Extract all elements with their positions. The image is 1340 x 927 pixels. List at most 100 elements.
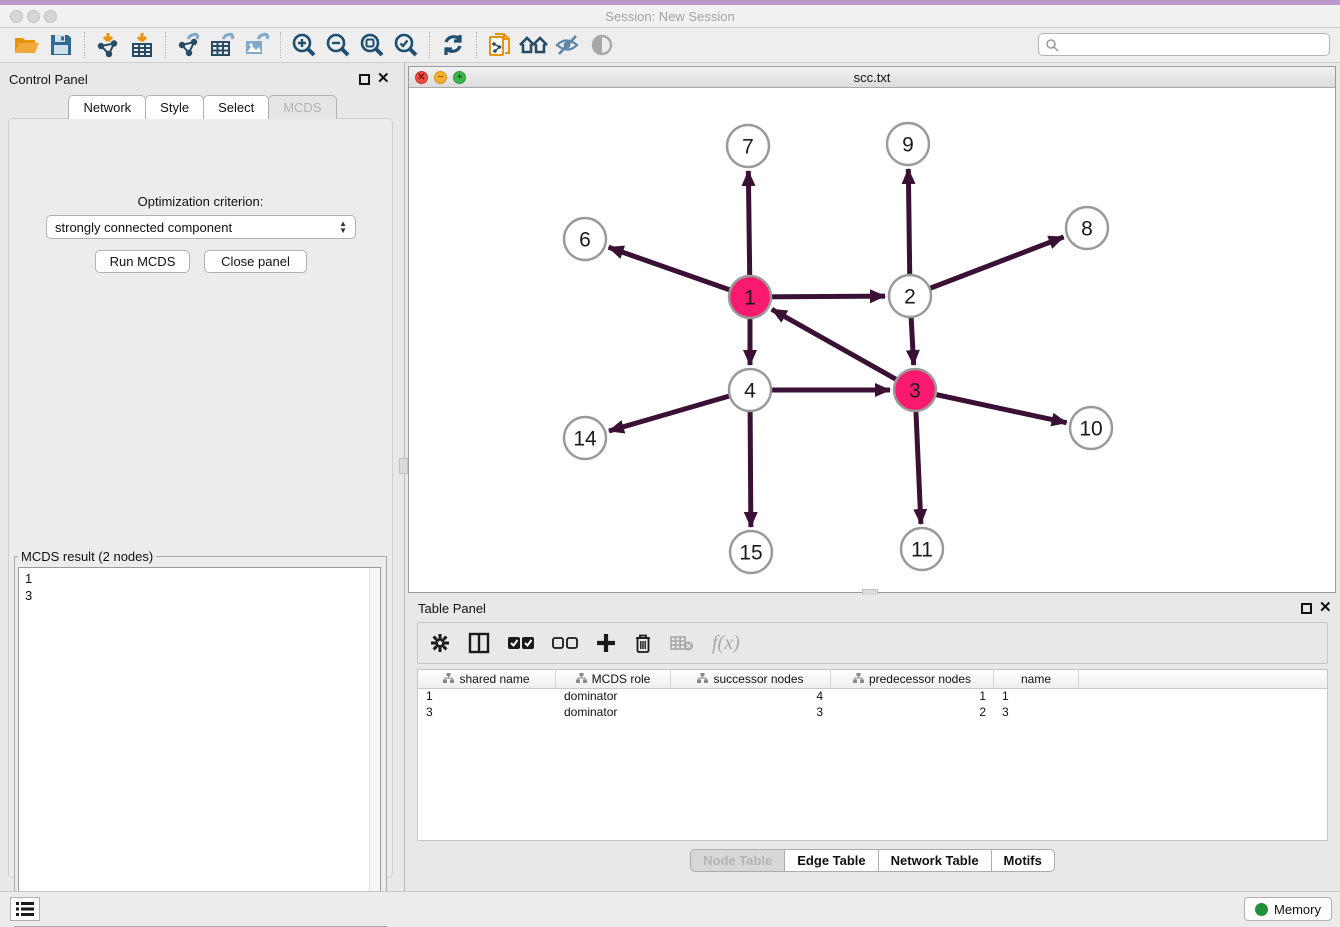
show-all-icon[interactable] — [585, 30, 619, 60]
table-cell: 4 — [671, 689, 831, 705]
control-panel-header: Control Panel ✕ — [0, 63, 404, 93]
hide-selected-icon[interactable] — [551, 30, 585, 60]
network-view-window: ✕ − + scc.txt 1234678910111415 — [408, 66, 1336, 593]
tab-mcds[interactable]: MCDS — [268, 95, 336, 119]
list-icon — [16, 902, 34, 916]
table-cell: 3 — [671, 705, 831, 721]
select-all-icon[interactable] — [508, 636, 534, 650]
app-titlebar: Session: New Session — [0, 5, 1340, 28]
hierarchy-icon — [576, 672, 587, 686]
clone-network-icon[interactable] — [483, 30, 517, 60]
tab-motifs[interactable]: Motifs — [991, 849, 1055, 872]
import-network-icon[interactable] — [91, 30, 125, 60]
delete-column-icon[interactable] — [634, 633, 652, 654]
node-label-9: 9 — [902, 133, 914, 156]
search-box[interactable] — [1038, 33, 1330, 56]
first-neighbors-icon[interactable] — [517, 30, 551, 60]
table-row[interactable]: 1dominator411 — [418, 689, 1327, 705]
close-panel-button[interactable]: Close panel — [204, 250, 307, 273]
memory-button[interactable]: Memory — [1244, 897, 1332, 921]
mcds-panel-content: Optimization criterion: strongly connect… — [8, 118, 393, 878]
show-columns-icon[interactable] — [468, 632, 490, 654]
toolbar-separator — [165, 32, 166, 58]
node-label-8: 8 — [1081, 217, 1093, 240]
search-input[interactable] — [1059, 38, 1329, 52]
export-network-icon[interactable] — [172, 30, 206, 60]
delete-table-icon — [670, 635, 694, 651]
open-session-icon[interactable] — [10, 30, 44, 60]
column-header-name[interactable]: name — [994, 670, 1079, 688]
float-panel-icon[interactable] — [359, 72, 370, 90]
toolbar-separator — [84, 32, 85, 58]
zoom-out-icon[interactable] — [321, 30, 355, 60]
edge-3-10[interactable] — [915, 390, 1067, 423]
close-table-panel-icon[interactable]: ✕ — [1319, 602, 1332, 613]
mcds-result-text: 1 3 — [25, 570, 32, 604]
node-label-4: 4 — [744, 379, 756, 402]
table-cell: dominator — [556, 705, 671, 721]
table-cell: 2 — [831, 705, 994, 721]
zoom-selected-icon[interactable] — [389, 30, 423, 60]
tab-style[interactable]: Style — [145, 95, 204, 119]
tab-node-table[interactable]: Node Table — [690, 849, 785, 872]
window-title: Session: New Session — [0, 9, 1340, 24]
deselect-all-icon[interactable] — [552, 636, 578, 650]
node-label-11: 11 — [911, 538, 933, 561]
column-header-shared-name[interactable]: shared name — [418, 670, 556, 688]
criterion-select[interactable]: strongly connected component ▲▼ — [46, 215, 356, 239]
refresh-icon[interactable] — [436, 30, 470, 60]
table-cell: 3 — [994, 705, 1079, 721]
save-session-icon[interactable] — [44, 30, 78, 60]
tab-select[interactable]: Select — [203, 95, 269, 119]
column-header-predecessor-nodes[interactable]: predecessor nodes — [831, 670, 994, 688]
table-toolbar: f(x) — [417, 622, 1328, 664]
hierarchy-icon — [853, 672, 864, 686]
close-panel-icon[interactable]: ✕ — [377, 73, 390, 84]
memory-status-icon — [1255, 903, 1268, 916]
mcds-result-box[interactable]: 1 3 — [18, 567, 381, 919]
status-bar: Memory — [0, 891, 1340, 926]
edge-3-1[interactable] — [772, 309, 915, 390]
table-settings-icon[interactable] — [430, 633, 450, 653]
node-label-14: 14 — [573, 427, 597, 450]
zoom-fit-icon[interactable] — [355, 30, 389, 60]
node-label-7: 7 — [742, 135, 754, 158]
network-canvas[interactable]: 1234678910111415 — [409, 88, 1335, 592]
add-column-icon[interactable] — [596, 633, 616, 653]
export-table-icon[interactable] — [206, 30, 240, 60]
run-mcds-button[interactable]: Run MCDS — [95, 250, 190, 273]
hierarchy-icon — [697, 672, 708, 686]
node-label-3: 3 — [909, 379, 921, 402]
node-label-2: 2 — [904, 285, 916, 308]
control-panel-title: Control Panel — [9, 72, 88, 87]
table-row[interactable]: 3dominator323 — [418, 705, 1327, 721]
tab-edge-table[interactable]: Edge Table — [784, 849, 878, 872]
table-cell: 1 — [994, 689, 1079, 705]
node-label-10: 10 — [1079, 417, 1102, 440]
column-header-successor-nodes[interactable]: successor nodes — [671, 670, 831, 688]
node-table[interactable]: shared nameMCDS rolesuccessor nodesprede… — [417, 669, 1328, 841]
vertical-splitter-handle[interactable] — [399, 458, 408, 474]
table-header-row: shared nameMCDS rolesuccessor nodesprede… — [418, 670, 1327, 689]
table-body: 1dominator4113dominator323 — [418, 689, 1327, 721]
result-scrollbar[interactable] — [369, 568, 380, 918]
task-history-button[interactable] — [10, 897, 40, 921]
zoom-in-icon[interactable] — [287, 30, 321, 60]
edge-1-6[interactable] — [609, 247, 750, 297]
column-header-MCDS-role[interactable]: MCDS role — [556, 670, 671, 688]
main-toolbar — [0, 28, 1340, 63]
tab-network[interactable]: Network — [68, 95, 146, 119]
search-icon — [1045, 38, 1059, 52]
criterion-value: strongly connected component — [55, 220, 232, 235]
edge-2-8[interactable] — [910, 237, 1064, 296]
table-panel: Table Panel ✕ f(x) shared nameMCDS roles… — [408, 595, 1336, 890]
export-image-icon[interactable] — [240, 30, 274, 60]
node-label-6: 6 — [579, 228, 591, 251]
control-panel-tabs: NetworkStyleSelectMCDS — [0, 95, 404, 119]
table-cell: 1 — [418, 689, 556, 705]
import-table-icon[interactable] — [125, 30, 159, 60]
tab-network-table[interactable]: Network Table — [878, 849, 992, 872]
float-table-panel-icon[interactable] — [1301, 601, 1312, 619]
toolbar-separator — [476, 32, 477, 58]
table-panel-title: Table Panel — [418, 601, 486, 616]
